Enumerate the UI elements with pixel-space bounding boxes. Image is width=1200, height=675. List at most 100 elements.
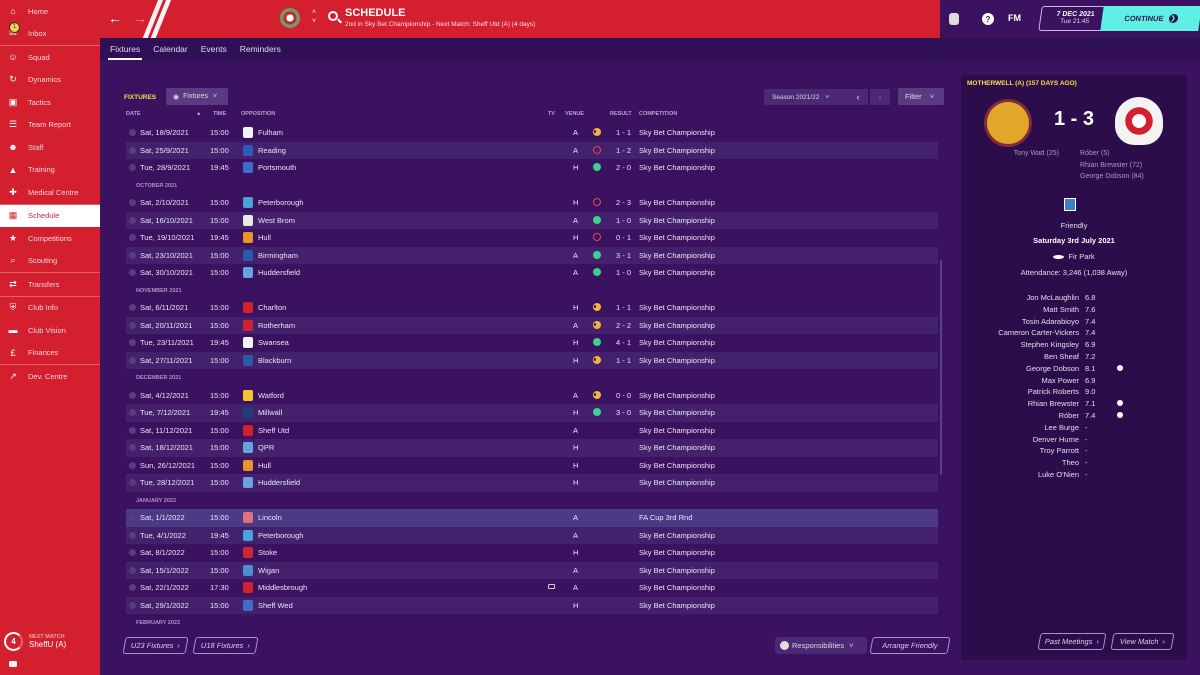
arrange-friendly-button[interactable]: Arrange Friendly (869, 637, 951, 654)
tab-fixtures[interactable]: Fixtures (107, 38, 143, 60)
u23-fixtures-button[interactable]: U23 Fixtures › (122, 637, 189, 654)
up-down-chevron-icon[interactable]: ˄ ˅ (312, 8, 316, 26)
fixture-row[interactable]: Sat, 22/1/2022 17:30 Middlesbrough A Sky Bet… (126, 579, 938, 597)
tab-calendar[interactable]: Calendar (153, 38, 188, 60)
fixture-opponent[interactable]: QPR (258, 443, 274, 452)
fixture-competition[interactable]: Sky Bet Championship (639, 461, 715, 470)
back-arrow-icon[interactable]: ← (108, 10, 122, 26)
fixture-opponent[interactable]: Charlton (258, 303, 286, 312)
u18-fixtures-button[interactable]: U18 Fixtures › (192, 637, 259, 654)
fixture-row[interactable]: Sat, 23/10/2021 15:00 Birmingham A 3 - 1 Sky … (126, 246, 938, 264)
fixture-competition[interactable]: Sky Bet Championship (639, 478, 715, 487)
fixture-row[interactable]: Sat, 18/9/2021 15:00 Fulham A 1 - 1 Sky Bet C… (126, 124, 938, 142)
lineup-player[interactable]: Matt Smith 7.6 (961, 305, 1187, 317)
fixture-opponent[interactable]: Peterborough (258, 198, 303, 207)
responsibilities-button[interactable]: Responsibilities ˅ (775, 637, 867, 654)
next-season-button[interactable]: › (870, 89, 890, 105)
search-icon[interactable] (328, 11, 338, 21)
away-team-crest-icon[interactable] (1115, 97, 1163, 145)
fixture-row[interactable]: Sat, 16/10/2021 15:00 West Brom A 1 - 0 Sky B… (126, 211, 938, 229)
fixtures-view-dropdown[interactable]: ◉ Fixtures ˅ (166, 88, 228, 105)
fixture-opponent[interactable]: Stoke (258, 548, 277, 557)
sidebar-item-competitions[interactable]: ★ Competitions (0, 227, 100, 250)
fixture-opponent[interactable]: Swansea (258, 338, 289, 347)
sidebar-item-squad[interactable]: ☺ Squad (0, 46, 100, 69)
fixture-competition[interactable]: Sky Bet Championship (639, 303, 715, 312)
fixture-opponent[interactable]: Lincoln (258, 513, 282, 522)
col-venue[interactable]: VENUE (565, 111, 584, 117)
past-meetings-button[interactable]: Past Meetings › (1037, 633, 1107, 650)
fixture-row[interactable]: Tue, 19/10/2021 19:45 Hull H 0 - 1 Sky Bet Ch… (126, 229, 938, 247)
fixture-competition[interactable]: Sky Bet Championship (639, 338, 715, 347)
fixture-competition[interactable]: Sky Bet Championship (639, 531, 715, 540)
sidebar-item-transfers[interactable]: ⇄ Transfers (0, 273, 100, 296)
forward-arrow-icon[interactable]: → (133, 10, 147, 26)
club-crest-icon[interactable] (280, 8, 300, 28)
fixture-competition[interactable]: Sky Bet Championship (639, 128, 715, 137)
fixture-opponent[interactable]: Wigan (258, 566, 279, 575)
fixture-row[interactable]: Tue, 28/9/2021 19:45 Portsmouth H 2 - 0 Sky B… (126, 159, 938, 177)
sidebar-item-tactics[interactable]: ▣ Tactics (0, 91, 100, 114)
sidebar-item-club-info[interactable]: ⛨ Club Info (0, 297, 100, 320)
lineup-player[interactable]: Jon McLaughlin 6.8 (961, 293, 1187, 305)
sidebar-item-dev-centre[interactable]: ↗ Dev. Centre (0, 365, 100, 388)
sidebar-item-finances[interactable]: £ Finances (0, 342, 100, 365)
fixture-row[interactable]: Tue, 23/11/2021 19:45 Swansea H 4 - 1 Sky Bet… (126, 334, 938, 352)
fixture-row[interactable]: Sat, 25/9/2021 15:00 Reading A 1 - 2 Sky Bet … (126, 141, 938, 159)
sidebar-item-inbox[interactable]: ✉ 1 Inbox (0, 21, 100, 46)
fixture-competition[interactable]: FA Cup 3rd Rnd (639, 513, 692, 522)
fixture-competition[interactable]: Sky Bet Championship (639, 548, 715, 557)
fixture-competition[interactable]: Sky Bet Championship (639, 408, 715, 417)
fixture-row[interactable]: Sat, 6/11/2021 15:00 Charlton H 1 - 1 Sky Bet… (126, 299, 938, 317)
fixture-competition[interactable]: Sky Bet Championship (639, 251, 715, 260)
fixture-opponent[interactable]: Rotherham (258, 321, 295, 330)
fixture-row[interactable]: Sat, 29/1/2022 15:00 Sheff Wed H Sky Bet Cha… (126, 596, 938, 614)
fixture-row[interactable]: Sat, 1/1/2022 15:00 Lincoln A FA Cup 3rd Rnd (126, 509, 938, 527)
fixture-row[interactable]: Tue, 4/1/2022 19:45 Peterborough A Sky Bet C… (126, 526, 938, 544)
lineup-player[interactable]: George Dobson 8.1 (961, 364, 1187, 376)
lineup-player[interactable]: Denver Hume - (961, 435, 1187, 447)
fixture-competition[interactable]: Sky Bet Championship (639, 391, 715, 400)
fixture-opponent[interactable]: Hull (258, 461, 271, 470)
sidebar-item-club-vision[interactable]: ▬ Club Vision (0, 319, 100, 342)
fixture-opponent[interactable]: Blackburn (258, 356, 291, 365)
sidebar-item-medical-centre[interactable]: ✚ Medical Centre (0, 181, 100, 204)
next-match-widget[interactable]: 4 NEXT MATCH SheffU (A) (4, 632, 66, 651)
lineup-player[interactable]: Stephen Kingsley 6.9 (961, 340, 1187, 352)
sidebar-item-schedule[interactable]: ▦ Schedule (0, 204, 100, 227)
fixture-opponent[interactable]: Hull (258, 233, 271, 242)
fixture-competition[interactable]: Sky Bet Championship (639, 443, 715, 452)
fixture-row[interactable]: Sat, 11/12/2021 15:00 Sheff Utd A Sky Bet Ch… (126, 422, 938, 440)
lineup-player[interactable]: Theo - (961, 458, 1187, 470)
fixture-opponent[interactable]: Peterborough (258, 531, 303, 540)
col-date[interactable]: DATE (126, 111, 141, 117)
fixture-row[interactable]: Sat, 4/12/2021 15:00 Watford A 0 - 0 Sky Bet … (126, 387, 938, 405)
manager-profile-icon[interactable] (949, 13, 959, 25)
fixture-row[interactable]: Tue, 7/12/2021 19:45 Millwall H 3 - 0 Sky Bet… (126, 404, 938, 422)
fixture-opponent[interactable]: Reading (258, 146, 286, 155)
lineup-player[interactable]: Róber 7.4 (961, 411, 1187, 423)
fixture-opponent[interactable]: Huddersfield (258, 478, 300, 487)
fixture-row[interactable]: Tue, 28/12/2021 15:00 Huddersfield H Sky Bet… (126, 474, 938, 492)
prev-season-button[interactable]: ‹ (848, 89, 868, 105)
fixture-row[interactable]: Sat, 20/11/2021 15:00 Rotherham A 2 - 2 Sky B… (126, 316, 938, 334)
view-match-button[interactable]: View Match › (1110, 633, 1175, 650)
fixtures-scrollbar[interactable] (940, 260, 942, 475)
exit-icon[interactable] (9, 661, 17, 667)
fixture-competition[interactable]: Sky Bet Championship (639, 426, 715, 435)
sidebar-item-training[interactable]: ▲ Training (0, 159, 100, 182)
fm-menu-button[interactable]: FM (1008, 13, 1021, 23)
col-opposition[interactable]: OPPOSITION (241, 111, 275, 117)
fixture-opponent[interactable]: Sheff Wed (258, 601, 293, 610)
fixture-competition[interactable]: Sky Bet Championship (639, 233, 715, 242)
lineup-player[interactable]: Troy Parrott - (961, 446, 1187, 458)
fixture-row[interactable]: Sat, 2/10/2021 15:00 Peterborough H 2 - 3 Sky… (126, 194, 938, 212)
fixture-opponent[interactable]: West Brom (258, 216, 295, 225)
lineup-player[interactable]: Ben Sheaf 7.2 (961, 352, 1187, 364)
tab-reminders[interactable]: Reminders (240, 38, 281, 60)
continue-button[interactable]: CONTINUE ❯ (1100, 6, 1200, 31)
lineup-player[interactable]: Patrick Roberts 9.0 (961, 387, 1187, 399)
fixture-competition[interactable]: Sky Bet Championship (639, 583, 715, 592)
lineup-player[interactable]: Luke O'Nien - (961, 470, 1187, 482)
fixture-opponent[interactable]: Fulham (258, 128, 283, 137)
